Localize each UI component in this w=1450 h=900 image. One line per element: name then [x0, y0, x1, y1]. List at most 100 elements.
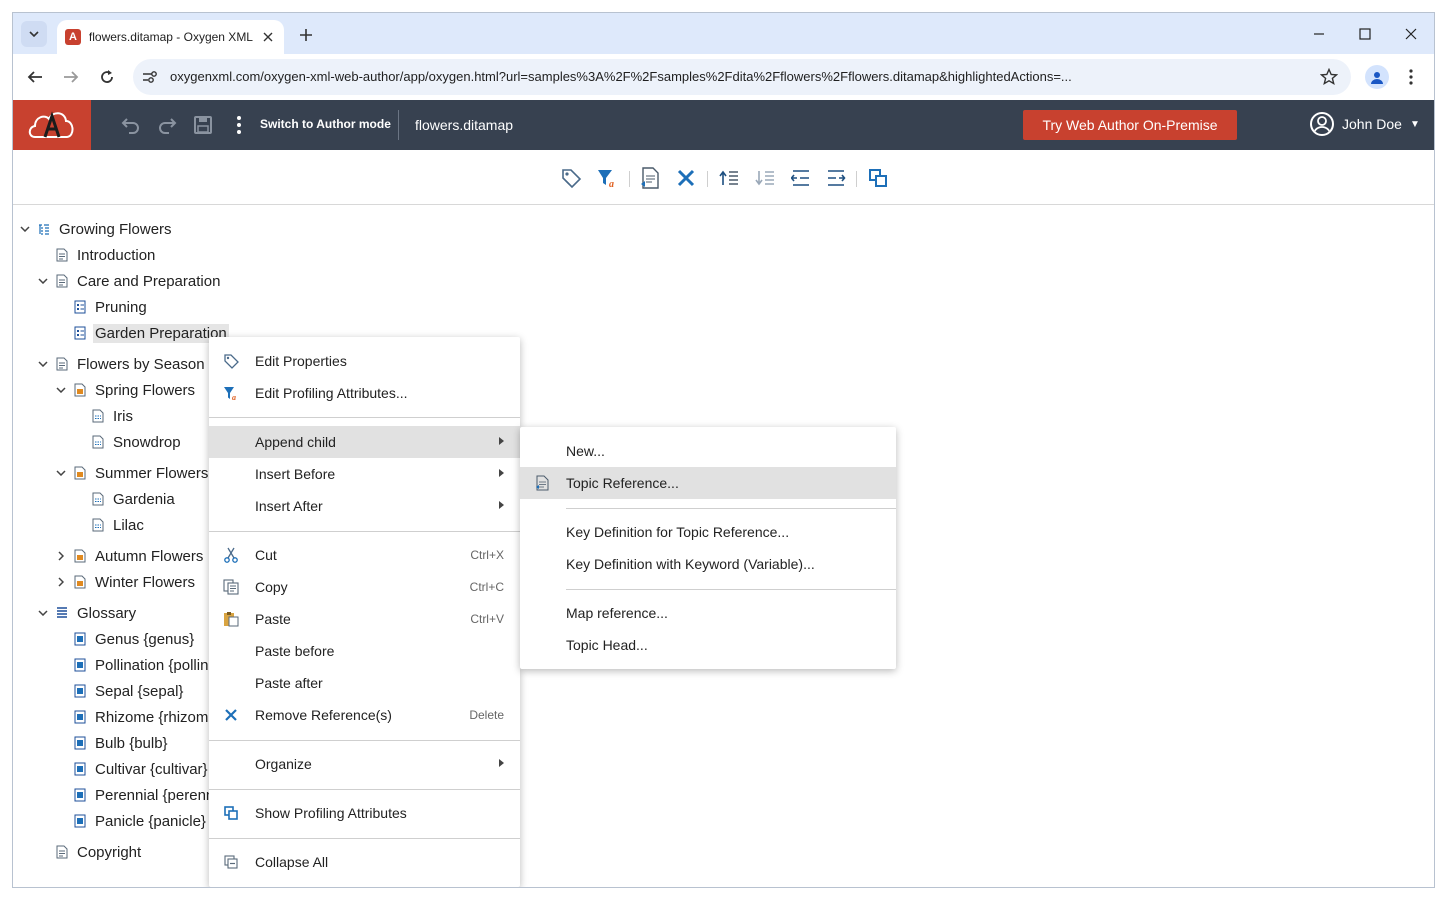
menu-item-cut[interactable]: Cut Ctrl+X [209, 539, 520, 571]
tree-node[interactable]: Perennial {perennial} [55, 783, 234, 807]
user-name: John Doe [1342, 116, 1402, 132]
remove-reference-button[interactable] [674, 166, 698, 190]
menu-item-edit-properties[interactable]: Edit Properties [209, 345, 520, 377]
tree-node[interactable]: Spring Flowers [55, 378, 195, 402]
submenu-item-keydef-topicref[interactable]: Key Definition for Topic Reference... [520, 516, 896, 548]
tree-node[interactable]: Sepal {sepal} [55, 679, 183, 703]
menu-item-append-child[interactable]: Append child [209, 426, 520, 458]
submenu-item-topic-reference[interactable]: Topic Reference... [520, 467, 896, 499]
forward-button[interactable] [59, 65, 83, 89]
menu-item-remove-references[interactable]: Remove Reference(s) Delete [209, 699, 520, 731]
browser-menu-button[interactable] [1401, 65, 1421, 89]
reload-button[interactable] [95, 65, 119, 89]
oxygen-cloud-logo-icon [28, 111, 74, 138]
move-down-button[interactable] [753, 166, 777, 190]
insert-topic-reference-button[interactable] [638, 166, 662, 190]
tree-node[interactable]: Genus {genus} [55, 627, 194, 651]
submenu-item-map-reference[interactable]: Map reference... [520, 597, 896, 629]
save-button[interactable] [191, 113, 215, 137]
move-up-button[interactable] [717, 166, 741, 190]
oxygen-logo[interactable] [13, 100, 91, 150]
promote-button[interactable] [789, 166, 813, 190]
submenu-item-new[interactable]: New... [520, 435, 896, 467]
site-info-icon[interactable] [141, 68, 159, 86]
chevron-down-icon[interactable] [19, 223, 31, 235]
tree-node[interactable]: Panicle {panicle} [55, 809, 206, 833]
tree-node[interactable]: Cultivar {cultivar} [55, 757, 208, 781]
tree-node[interactable]: Copyright [37, 840, 141, 864]
tree-node[interactable]: Summer Flowers [55, 461, 208, 485]
chevron-down-icon[interactable] [55, 467, 67, 479]
tree-node[interactable]: Autumn Flowers [55, 544, 203, 568]
menu-item-insert-before[interactable]: Insert Before [209, 458, 520, 490]
bookmark-star-icon[interactable] [1319, 67, 1339, 87]
chevron-right-icon[interactable] [55, 576, 67, 588]
menu-item-paste[interactable]: Paste Ctrl+V [209, 603, 520, 635]
tree-node[interactable]: Glossary [37, 601, 136, 625]
tree-node[interactable]: Snowdrop [73, 430, 181, 454]
concept-icon [73, 575, 87, 589]
tab-title: flowers.ditamap - Oxygen XML [88, 30, 253, 44]
more-actions-button[interactable] [227, 113, 251, 137]
submenu-item-keydef-keyword[interactable]: Key Definition with Keyword (Variable)..… [520, 548, 896, 580]
menu-item-organize[interactable]: Organize [209, 748, 520, 780]
minimize-icon [1314, 33, 1324, 35]
maximize-button[interactable] [1351, 21, 1379, 47]
tree-node[interactable]: Introduction [37, 243, 155, 267]
menu-separator [209, 838, 520, 839]
menu-item-insert-after[interactable]: Insert After [209, 490, 520, 522]
menu-item-show-profiling[interactable]: Show Profiling Attributes [209, 797, 520, 829]
menu-item-collapse-all[interactable]: Collapse All [209, 846, 520, 878]
new-tab-button[interactable] [294, 23, 318, 47]
tree-node[interactable]: Flowers by Season [37, 352, 205, 376]
glossentry-icon [73, 736, 87, 750]
menu-item-paste-after[interactable]: Paste after [209, 667, 520, 699]
tree-node[interactable]: Care and Preparation [37, 269, 220, 293]
tab-search-button[interactable] [21, 21, 47, 47]
tree-node-label: Genus {genus} [95, 630, 195, 648]
close-window-button[interactable] [1397, 21, 1425, 47]
show-profiling-attributes-button[interactable] [866, 166, 890, 190]
chevron-down-icon[interactable] [37, 607, 49, 619]
concept-icon [73, 383, 87, 397]
tree-node[interactable]: Lilac [73, 513, 144, 537]
browser-tab[interactable]: A flowers.ditamap - Oxygen XML [57, 20, 284, 54]
chevron-down-icon[interactable] [37, 275, 49, 287]
demote-button[interactable] [824, 166, 848, 190]
chevron-down-icon[interactable] [55, 384, 67, 396]
arrow-right-icon [64, 71, 79, 83]
task-icon [73, 326, 87, 340]
tree-node[interactable]: Pruning [55, 295, 147, 319]
menu-item-edit-profiling[interactable]: a Edit Profiling Attributes... [209, 377, 520, 409]
tree-node-label: Snowdrop [113, 433, 181, 451]
switch-author-mode-button[interactable]: Switch to Author mode [260, 117, 391, 131]
tree-node[interactable]: Gardenia [73, 487, 175, 511]
back-button[interactable] [23, 65, 47, 89]
tree-node[interactable]: Winter Flowers [55, 570, 195, 594]
tree-node[interactable]: Iris [73, 404, 133, 428]
tree-node[interactable]: Bulb {bulb} [55, 731, 168, 755]
tree-node[interactable]: Rhizome {rhizome} [55, 705, 222, 729]
submenu-item-topic-head[interactable]: Topic Head... [520, 629, 896, 661]
url-text[interactable]: oxygenxml.com/oxygen-xml-web-author/app/… [170, 69, 1072, 84]
chevron-down-icon[interactable] [37, 358, 49, 370]
browser-profile-button[interactable] [1365, 65, 1389, 89]
chevron-right-icon[interactable] [55, 550, 67, 562]
omnibox[interactable]: oxygenxml.com/oxygen-xml-web-author/app/… [133, 59, 1351, 95]
chevron-down-icon [29, 31, 39, 37]
tree-node-label: Summer Flowers [95, 464, 209, 482]
menu-item-copy[interactable]: Copy Ctrl+C [209, 571, 520, 603]
tree-node[interactable]: Garden Preparation [55, 321, 229, 345]
edit-profiling-attributes-button[interactable]: a [595, 166, 619, 190]
tree-node[interactable]: Growing Flowers [19, 217, 172, 241]
try-on-premise-button[interactable]: Try Web Author On-Premise [1023, 110, 1237, 140]
user-menu[interactable]: John Doe ▼ [1310, 112, 1420, 136]
minimize-button[interactable] [1305, 21, 1333, 47]
undo-button[interactable] [119, 113, 143, 137]
edit-properties-button[interactable] [559, 166, 583, 190]
topic-ref-icon [91, 518, 105, 532]
redo-button[interactable] [155, 113, 179, 137]
close-tab-icon[interactable] [260, 29, 276, 45]
menu-item-paste-before[interactable]: Paste before [209, 635, 520, 667]
tree-node-label: Panicle {panicle} [95, 812, 206, 830]
